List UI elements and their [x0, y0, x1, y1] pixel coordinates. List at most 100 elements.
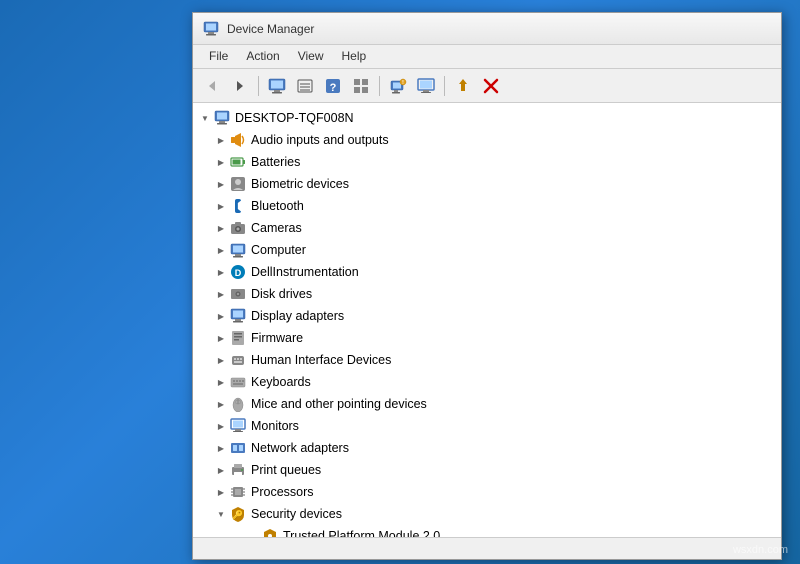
item-icon [229, 285, 247, 303]
item-icon [229, 153, 247, 171]
item-chevron: ▶ [213, 400, 229, 409]
grid-button[interactable] [348, 74, 374, 98]
toolbar-sep-3 [444, 76, 445, 96]
item-chevron: ▶ [213, 466, 229, 475]
item-icon [261, 527, 279, 537]
forward-button[interactable] [227, 74, 253, 98]
item-label: Computer [251, 243, 306, 257]
item-label: Biometric devices [251, 177, 349, 191]
item-chevron: ▶ [213, 312, 229, 321]
tree-item[interactable]: ▶ Mice and other pointing devices [193, 393, 781, 415]
item-label: Display adapters [251, 309, 344, 323]
item-chevron: ▶ [213, 158, 229, 167]
toolbar-sep-2 [379, 76, 380, 96]
item-chevron: ▶ [213, 246, 229, 255]
tree-item[interactable]: ▶Audio inputs and outputs [193, 129, 781, 151]
item-chevron: ▶ [213, 444, 229, 453]
svg-text:?: ? [330, 82, 337, 94]
tree-item[interactable]: ▶ Network adapters [193, 437, 781, 459]
tree-item[interactable]: ▶ Human Interface Devices [193, 349, 781, 371]
computer-button[interactable] [264, 74, 290, 98]
item-label: Monitors [251, 419, 299, 433]
tree-root-item[interactable]: DESKTOP-TQF008N [193, 107, 781, 129]
watermark: wsxdn.com [733, 544, 788, 556]
tree-item[interactable]: Trusted Platform Module 2.0 [193, 525, 781, 537]
title-bar: Device Manager [193, 13, 781, 45]
item-chevron: ▶ [213, 422, 229, 431]
item-icon [229, 307, 247, 325]
menu-help[interactable]: Help [334, 48, 375, 65]
remove-button[interactable] [478, 74, 504, 98]
item-chevron: ▶ [213, 180, 229, 189]
item-icon [229, 131, 247, 149]
help-button[interactable]: ? [320, 74, 346, 98]
item-icon [229, 417, 247, 435]
item-chevron: ▶ [213, 290, 229, 299]
item-icon [229, 351, 247, 369]
menu-action[interactable]: Action [238, 48, 287, 65]
list-button[interactable] [292, 74, 318, 98]
item-icon [229, 241, 247, 259]
item-icon [229, 175, 247, 193]
tree-item[interactable]: ▶ Display adapters [193, 305, 781, 327]
item-label: Security devices [251, 507, 342, 521]
scan-button[interactable]: ! [385, 74, 411, 98]
svg-text:D: D [235, 268, 242, 278]
title-bar-title: Device Manager [227, 22, 314, 36]
item-icon [229, 439, 247, 457]
item-chevron: ▶ [213, 334, 229, 343]
item-icon [229, 461, 247, 479]
item-chevron: ▶ [213, 224, 229, 233]
item-label: Human Interface Devices [251, 353, 391, 367]
menu-bar: File Action View Help [193, 45, 781, 69]
menu-view[interactable]: View [290, 48, 332, 65]
tree-item[interactable]: ▶ Disk drives [193, 283, 781, 305]
toolbar-sep-1 [258, 76, 259, 96]
item-icon [229, 197, 247, 215]
item-chevron: ▶ [213, 378, 229, 387]
toolbar: ? ! [193, 69, 781, 103]
tree-item[interactable]: ▶ Computer [193, 239, 781, 261]
status-bar [193, 537, 781, 559]
tree-item[interactable]: ▶DDellInstrumentation [193, 261, 781, 283]
tree-item[interactable]: ▶Print queues [193, 459, 781, 481]
back-button[interactable] [199, 74, 225, 98]
monitor-button[interactable] [413, 74, 439, 98]
tree-item[interactable]: ▶ Batteries [193, 151, 781, 173]
device-manager-window: Device Manager File Action View Help [192, 12, 782, 560]
tree-item[interactable]: ▶ Monitors [193, 415, 781, 437]
item-label: DellInstrumentation [251, 265, 359, 279]
item-label: Batteries [251, 155, 300, 169]
item-icon: D [229, 263, 247, 281]
item-label: Disk drives [251, 287, 312, 301]
update-button[interactable] [450, 74, 476, 98]
item-label: Processors [251, 485, 314, 499]
tree-item[interactable]: ▶Keyboards [193, 371, 781, 393]
tree-area: DESKTOP-TQF008N ▶Audio inputs and output… [193, 103, 781, 537]
item-label: Trusted Platform Module 2.0 [283, 529, 440, 537]
item-chevron: ▼ [213, 510, 229, 519]
tree-item[interactable]: ▶ Biometric devices [193, 173, 781, 195]
item-chevron: ▶ [213, 136, 229, 145]
item-icon [229, 483, 247, 501]
root-chevron [197, 113, 213, 123]
item-label: Mice and other pointing devices [251, 397, 427, 411]
title-bar-icon [203, 21, 219, 37]
tree-item[interactable]: ▶ Cameras [193, 217, 781, 239]
menu-file[interactable]: File [201, 48, 236, 65]
item-chevron: ▶ [213, 488, 229, 497]
root-label: DESKTOP-TQF008N [235, 111, 354, 125]
item-icon [229, 329, 247, 347]
item-label: Cameras [251, 221, 302, 235]
item-chevron: ▶ [213, 356, 229, 365]
tree-item[interactable]: ▶ Bluetooth [193, 195, 781, 217]
item-label: Firmware [251, 331, 303, 345]
tree-item[interactable]: ▼🔑 Security devices [193, 503, 781, 525]
tree-item[interactable]: ▶ Processors [193, 481, 781, 503]
tree-item[interactable]: ▶ Firmware [193, 327, 781, 349]
item-label: Network adapters [251, 441, 349, 455]
svg-text:🔑: 🔑 [232, 509, 243, 521]
item-label: Bluetooth [251, 199, 304, 213]
item-chevron: ▶ [213, 202, 229, 211]
root-icon [213, 109, 231, 127]
